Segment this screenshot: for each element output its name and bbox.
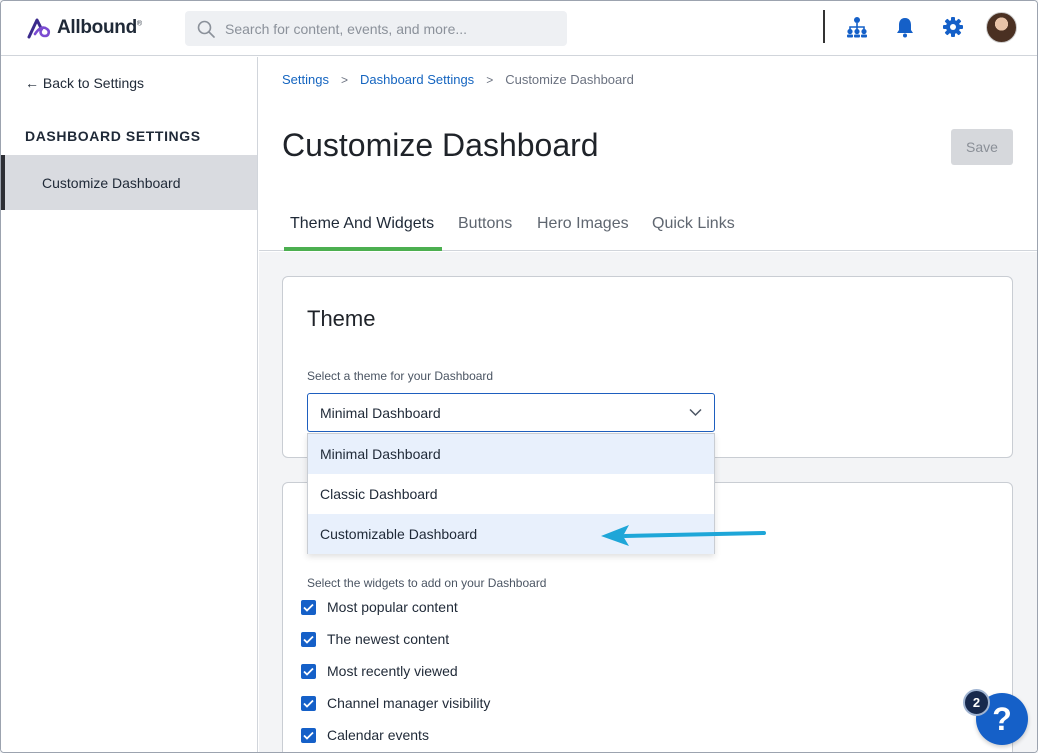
allbound-logo-icon [27,18,51,39]
sidebar: ← Back to Settings DASHBOARD SETTINGS Cu… [1,57,258,752]
tab-quick-links[interactable]: Quick Links [652,215,735,233]
widget-checkbox-row[interactable]: Most recently viewed [301,663,458,679]
theme-select[interactable]: Minimal Dashboard [307,393,715,432]
active-tab-indicator [284,247,442,251]
widget-label: Calendar events [327,727,429,743]
theme-option-classic[interactable]: Classic Dashboard [308,474,714,514]
annotation-arrow-icon [601,525,766,546]
avatar[interactable] [986,12,1017,43]
search-bar[interactable] [185,11,567,46]
widget-label: The newest content [327,631,450,647]
tab-hero-images[interactable]: Hero Images [537,215,629,233]
save-button[interactable]: Save [951,129,1013,165]
tab-bar: Theme And Widgets Buttons Hero Images Qu… [259,207,1037,251]
widget-checkbox-row[interactable]: Calendar events [301,727,429,743]
checkbox-checked[interactable] [301,663,316,679]
search-input[interactable] [225,20,555,37]
checkmark-icon [303,667,314,676]
breadcrumb-dashboard-settings-link[interactable]: Dashboard Settings [360,72,474,87]
widget-checkbox-row[interactable]: The newest content [301,631,449,647]
breadcrumb-settings-link[interactable]: Settings [282,72,329,87]
theme-title: Theme [307,306,376,331]
breadcrumb-separator: > [340,72,348,87]
brand-logo[interactable]: Allbound® [27,17,142,39]
breadcrumb-current: Customize Dashboard [505,72,634,87]
theme-card: Theme Select a theme for your Dashboard … [282,276,1013,458]
header-divider [823,10,825,43]
widget-label: Most popular content [327,599,458,615]
help-notification-badge: 2 [963,689,990,716]
sidebar-item-customize-dashboard[interactable]: Customize Dashboard [1,155,257,210]
sidebar-heading: DASHBOARD SETTINGS [25,128,201,144]
checkbox-checked[interactable] [301,727,316,743]
app-window: Allbound® Search for content, events, an… [0,0,1038,753]
checkbox-checked[interactable] [301,631,316,647]
widgets-label: Select the widgets to add on your Dashbo… [307,576,547,590]
breadcrumb: Settings > Dashboard Settings > Customiz… [282,72,634,87]
bell-icon[interactable] [892,14,918,40]
checkmark-icon [303,699,314,708]
page-title: Customize Dashboard [282,127,599,163]
widget-checkbox-row[interactable]: Channel manager visibility [301,695,490,711]
main-content: Settings > Dashboard Settings > Customiz… [259,57,1037,752]
back-to-settings-link[interactable]: ← Back to Settings [25,75,144,91]
widget-label: Most recently viewed [327,663,458,679]
sidebar-item-label: Customize Dashboard [42,174,181,191]
breadcrumb-separator: > [486,72,494,87]
theme-select-label: Select a theme for your Dashboard [307,369,494,383]
org-chart-icon[interactable] [844,14,870,40]
gear-icon[interactable] [940,14,966,40]
brand-name: Allbound® [57,17,142,38]
top-bar: Allbound® [1,1,1037,56]
tab-buttons[interactable]: Buttons [458,215,512,233]
widget-label: Channel manager visibility [327,695,491,711]
theme-select-value: Minimal Dashboard [320,404,441,421]
tab-theme-and-widgets[interactable]: Theme And Widgets [290,215,434,233]
checkmark-icon [303,603,314,612]
theme-option-minimal[interactable]: Minimal Dashboard [308,434,714,474]
checkmark-icon [303,731,314,740]
chevron-down-icon [689,408,702,417]
widget-checkbox-row[interactable]: Most popular content [301,599,458,615]
checkbox-checked[interactable] [301,695,316,711]
search-icon [197,20,215,38]
checkmark-icon [303,635,314,644]
checkbox-checked[interactable] [301,599,316,615]
